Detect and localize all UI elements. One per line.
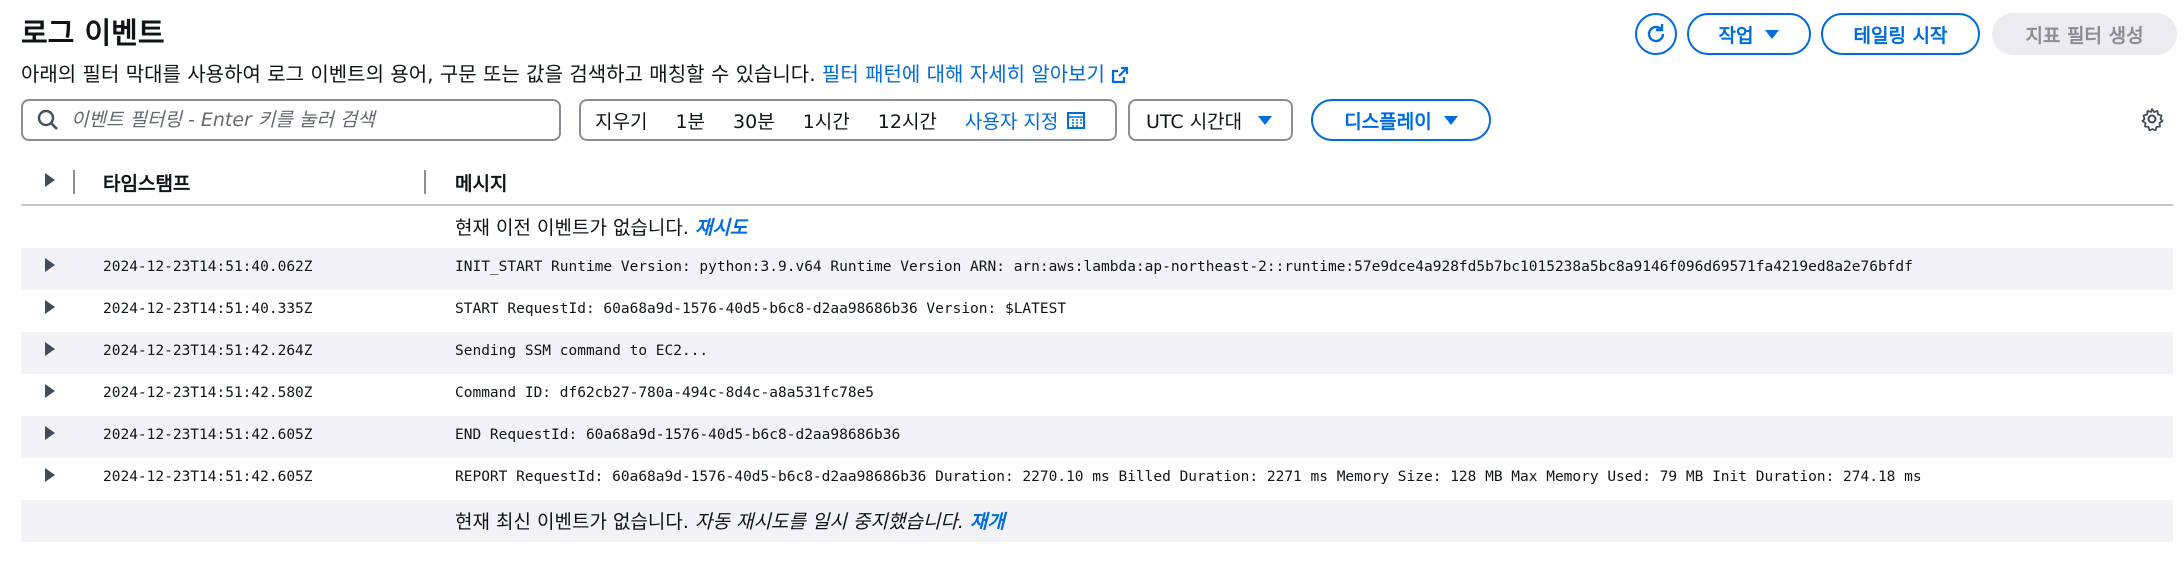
caret-down-icon: [1765, 29, 1780, 39]
learn-more-label: 필터 패턴에 대해 자세히 알아보기: [821, 62, 1105, 86]
display-dropdown-button[interactable]: 디스플레이: [1311, 99, 1491, 141]
top-notice-row: 현재 이전 이벤트가 없습니다. 재시도: [21, 206, 2173, 248]
calendar-icon[interactable]: [1066, 110, 1086, 130]
filter-events-input[interactable]: [71, 109, 531, 131]
page-title: 로그 이벤트: [21, 16, 165, 50]
table-row[interactable]: 2024-12-23T14:51:42.605Z REPORT RequestI…: [21, 458, 2173, 500]
range-1h[interactable]: 1시간: [803, 107, 850, 134]
event-timestamp: 2024-12-23T14:51:42.605Z: [103, 469, 313, 485]
event-message: INIT_START Runtime Version: python:3.9.v…: [455, 259, 1913, 275]
timezone-dropdown[interactable]: UTC 시간대: [1128, 99, 1293, 141]
expand-row-icon[interactable]: [43, 257, 57, 273]
timezone-label: UTC 시간대: [1146, 110, 1243, 133]
log-events-table: 타임스탬프 메시지 현재 이전 이벤트가 없습니다. 재시도 2024-12-2…: [21, 160, 2173, 542]
table-row[interactable]: 2024-12-23T14:51:42.580Z Command ID: df6…: [21, 374, 2173, 416]
settings-gear-icon[interactable]: [2140, 107, 2164, 131]
no-newer-events-notice: 현재 최신 이벤트가 없습니다. 자동 재시도를 일시 중지했습니다. 재개: [455, 507, 1005, 534]
retry-link[interactable]: 재시도: [695, 217, 747, 239]
no-older-events-notice: 현재 이전 이벤트가 없습니다. 재시도: [455, 213, 747, 240]
expand-row-icon[interactable]: [43, 341, 57, 357]
clear-button[interactable]: 지우기: [595, 107, 647, 134]
table-header: 타임스탬프 메시지: [21, 160, 2173, 206]
table-row[interactable]: 2024-12-23T14:51:42.605Z END RequestId: …: [21, 416, 2173, 458]
range-30m[interactable]: 30분: [733, 107, 775, 134]
actions-label: 작업: [1718, 24, 1754, 47]
table-row[interactable]: 2024-12-23T14:51:42.264Z Sending SSM com…: [21, 332, 2173, 374]
expand-all-icon[interactable]: [43, 172, 57, 188]
event-timestamp: 2024-12-23T14:51:42.580Z: [103, 385, 313, 401]
page-description: 아래의 필터 막대를 사용하여 로그 이벤트의 용어, 구문 또는 값을 검색하…: [21, 58, 1129, 87]
range-12h[interactable]: 12시간: [878, 107, 937, 134]
event-timestamp: 2024-12-23T14:51:40.335Z: [103, 301, 313, 317]
table-row[interactable]: 2024-12-23T14:51:40.335Z START RequestId…: [21, 290, 2173, 332]
expand-row-icon[interactable]: [43, 425, 57, 441]
range-1m[interactable]: 1분: [675, 107, 705, 134]
event-message: Sending SSM command to EC2...: [455, 343, 709, 359]
actions-dropdown-button[interactable]: 작업: [1687, 13, 1811, 55]
filter-search-box[interactable]: [21, 99, 561, 141]
auto-retry-paused-text: 자동 재시도를 일시 중지했습니다.: [694, 511, 964, 533]
external-link-icon: [1111, 66, 1129, 84]
refresh-button[interactable]: [1635, 13, 1677, 55]
message-column-header: 메시지: [455, 173, 508, 195]
column-divider: [73, 170, 75, 194]
refresh-icon: [1647, 24, 1665, 43]
timestamp-column-header[interactable]: 타임스탬프: [103, 169, 190, 196]
event-message: END RequestId: 60a68a9d-1576-40d5-b6c8-d…: [455, 427, 901, 443]
no-newer-events-text: 현재 최신 이벤트가 없습니다.: [455, 511, 689, 533]
caret-down-icon: [1258, 115, 1273, 125]
start-tailing-button[interactable]: 테일링 시작: [1821, 13, 1980, 55]
time-range-selector: 지우기 1분 30분 1시간 12시간 사용자 지정: [579, 99, 1117, 141]
table-row[interactable]: 2024-12-23T14:51:40.062Z INIT_START Runt…: [21, 248, 2173, 290]
column-divider[interactable]: [424, 170, 426, 194]
caret-down-icon: [1443, 115, 1458, 125]
learn-more-link[interactable]: 필터 패턴에 대해 자세히 알아보기: [822, 62, 1129, 86]
expand-row-icon[interactable]: [43, 299, 57, 315]
custom-range-button[interactable]: 사용자 지정: [965, 107, 1058, 134]
event-message: Command ID: df62cb27-780a-494c-8d4c-a8a5…: [455, 385, 875, 401]
resume-link[interactable]: 재개: [970, 511, 1005, 533]
display-label: 디스플레이: [1344, 110, 1432, 133]
tailing-label: 테일링 시작: [1853, 24, 1948, 47]
event-timestamp: 2024-12-23T14:51:42.605Z: [103, 427, 313, 443]
metric-filter-label: 지표 필터 생성: [2025, 24, 2144, 47]
event-timestamp: 2024-12-23T14:51:42.264Z: [103, 343, 313, 359]
event-timestamp: 2024-12-23T14:51:40.062Z: [103, 259, 313, 275]
no-older-events-text: 현재 이전 이벤트가 없습니다.: [455, 217, 689, 239]
expand-row-icon[interactable]: [43, 383, 57, 399]
description-text: 아래의 필터 막대를 사용하여 로그 이벤트의 용어, 구문 또는 값을 검색하…: [21, 62, 816, 86]
expand-row-icon[interactable]: [43, 467, 57, 483]
search-icon: [37, 109, 58, 130]
create-metric-filter-button[interactable]: 지표 필터 생성: [1992, 13, 2177, 55]
bottom-notice-row: 현재 최신 이벤트가 없습니다. 자동 재시도를 일시 중지했습니다. 재개: [21, 500, 2173, 542]
event-message: REPORT RequestId: 60a68a9d-1576-40d5-b6c…: [455, 469, 1922, 485]
event-message: START RequestId: 60a68a9d-1576-40d5-b6c8…: [455, 301, 1067, 317]
